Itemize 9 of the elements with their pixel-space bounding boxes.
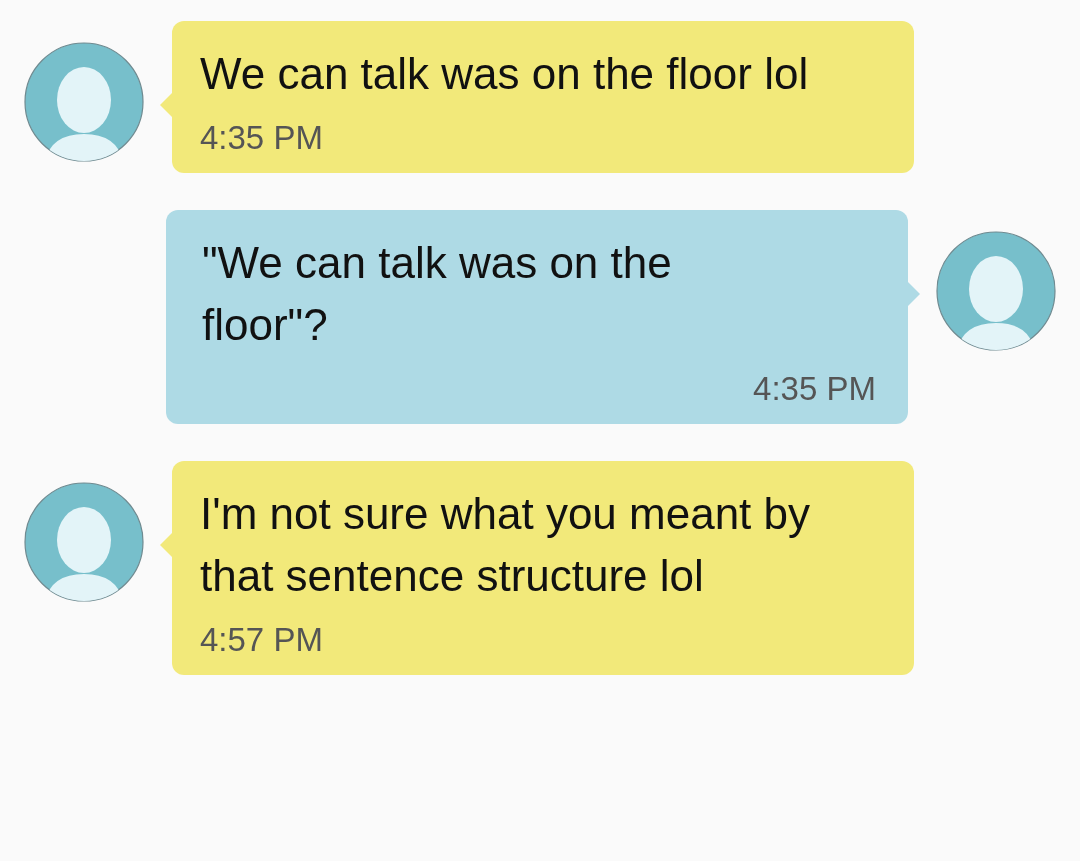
message-time: 4:57 PM bbox=[200, 621, 323, 659]
avatar-icon bbox=[24, 42, 144, 162]
message-text: We can talk was on the floor lol bbox=[200, 48, 810, 100]
message-text: I'm not sure what you meant by that sentence structure lol bbox=[200, 488, 812, 602]
message-text: "We can talk was on the floor"? bbox=[202, 237, 673, 351]
message-time: 4:35 PM bbox=[200, 119, 323, 157]
message-time: 4:35 PM bbox=[753, 370, 876, 408]
avatar-icon bbox=[936, 231, 1056, 351]
avatar-icon bbox=[24, 482, 144, 602]
